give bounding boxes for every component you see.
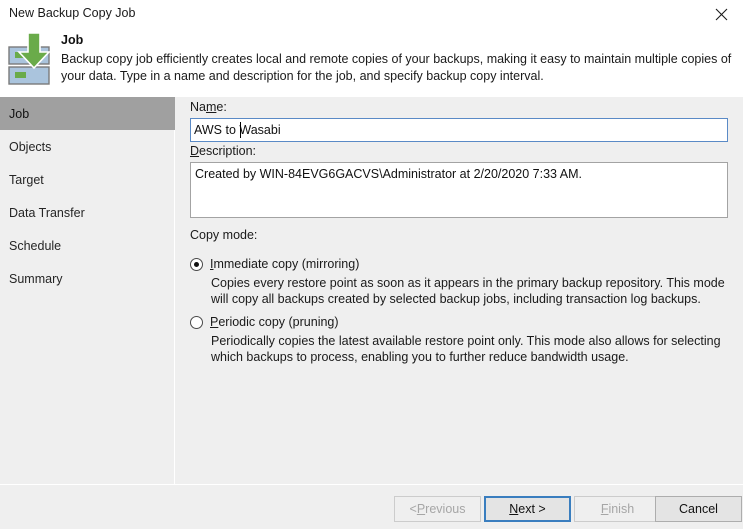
name-label-pre: Na [190,100,206,114]
name-label: Name: [190,100,227,114]
title-bar: New Backup Copy Job [0,0,743,29]
dialog-header: Job Backup copy job efficiently creates … [0,29,743,96]
description-label-post: escription: [199,144,257,158]
name-label-post: e: [216,100,227,114]
next-label-post: ext > [518,502,546,516]
previous-label-pre: < [409,502,417,516]
previous-accelerator: P [416,502,426,516]
description-label-accelerator: D [190,144,200,158]
window-title: New Backup Copy Job [9,6,136,20]
sidebar-item-label: Job [9,106,30,121]
radio-periodic-copy-description: Periodically copies the latest available… [211,334,721,364]
header-description: Backup copy job efficiently creates loca… [61,52,732,83]
radio-selected-icon [190,257,203,271]
sidebar-item-schedule[interactable]: Schedule [0,229,175,262]
radio-immediate-copy-description: Copies every restore point as soon as it… [211,276,725,306]
sidebar-item-label: Summary [9,271,63,286]
sidebar-item-label: Target [9,172,44,187]
description-label: Description: [190,144,256,158]
radio-immediate-copy[interactable]: Immediate copy (mirroring) [190,255,730,273]
name-label-accelerator: m [205,100,217,114]
sidebar-item-job[interactable]: Job [0,97,175,130]
radio-periodic-copy-label: Periodic copy (pruning) [210,315,339,329]
finish-button[interactable]: Finish [574,496,661,522]
radio-immediate-text: mmediate copy (mirroring) [213,257,360,271]
sidebar-item-summary[interactable]: Summary [0,262,175,295]
sidebar-item-label: Objects [9,139,52,154]
backup-copy-job-icon [8,32,51,85]
sidebar-item-objects[interactable]: Objects [0,130,175,163]
radio-periodic-copy[interactable]: Periodic copy (pruning) [190,313,730,331]
dialog-body: Job Objects Target Data Transfer Schedul… [0,97,743,484]
sidebar-item-target[interactable]: Target [0,163,175,196]
copy-mode-label: Copy mode: [190,228,258,242]
sidebar-item-data-transfer[interactable]: Data Transfer [0,196,175,229]
next-accelerator: N [509,502,519,516]
close-icon [715,8,727,21]
finish-accelerator: F [600,502,609,516]
close-button[interactable] [699,0,743,29]
job-settings-panel: Name: Description: Created by WIN-84EVG6… [176,97,743,484]
radio-periodic-text: eriodic copy (pruning) [218,315,339,329]
sidebar-item-label: Data Transfer [9,205,85,220]
header-title: Job [61,33,84,47]
finish-label-post: inish [608,502,635,516]
radio-unselected-icon [190,315,203,329]
sidebar-item-label: Schedule [9,238,62,253]
cancel-button[interactable]: Cancel [655,496,742,522]
wizard-step-sidebar: Job Objects Target Data Transfer Schedul… [0,97,175,484]
text-caret [240,122,241,138]
dialog-footer: < Previous Next > Finish Cancel [0,484,743,529]
new-backup-copy-job-dialog: New Backup Copy Job Job Backup copy job … [0,0,743,529]
job-description-textarea[interactable]: Created by WIN-84EVG6GACVS\Administrator… [190,162,728,218]
next-button[interactable]: Next > [484,496,571,522]
job-name-input[interactable] [190,118,728,142]
radio-immediate-copy-label: Immediate copy (mirroring) [210,257,359,271]
previous-label-post: revious [425,502,466,516]
previous-button[interactable]: < Previous [394,496,481,522]
